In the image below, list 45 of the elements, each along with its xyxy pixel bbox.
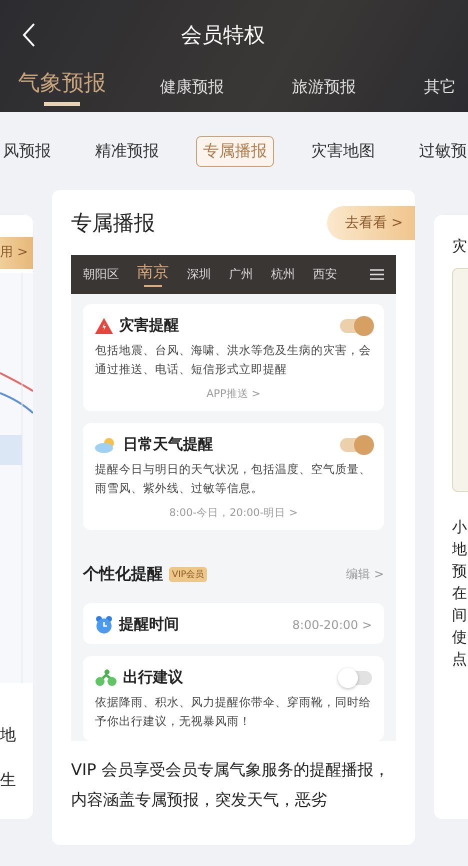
page-title: 会员特权 [181, 22, 265, 49]
section-title: 个性化提醒 [83, 564, 163, 585]
vip-badge: VIP会员 [169, 567, 208, 582]
city-tab[interactable]: 南京 [137, 262, 169, 287]
category-tab[interactable]: 其它 [424, 77, 456, 110]
city-tab[interactable]: 广州 [229, 266, 253, 283]
warning-icon [95, 318, 113, 334]
card-text: 地 [0, 725, 17, 746]
back-icon[interactable] [22, 22, 36, 48]
reminder-title: 日常天气提醒 [123, 435, 213, 454]
card-text: 地 [452, 539, 468, 560]
toggle-switch[interactable] [340, 438, 372, 452]
view-button[interactable]: 去看看 > [326, 206, 415, 240]
city-tab[interactable]: 深圳 [187, 266, 211, 283]
toggle-switch[interactable] [340, 670, 372, 684]
card-description: VIP 会员享受会员专属气象服务的提醒播报，内容涵盖专属预报，突发天气，恶劣 [71, 759, 390, 811]
card-text: 预 [452, 561, 468, 582]
card-text: 点 [452, 649, 468, 670]
reminder-description: 包括地震、台风、海啸、洪水等危及生病的灾害，会通过推送、电话、短信形式立即提醒 [95, 342, 372, 378]
card-text: 使 [452, 627, 468, 648]
feature-tab[interactable]: 灾害地图 [304, 136, 382, 166]
feature-tab[interactable]: 过敏预 [412, 136, 468, 166]
category-tab[interactable]: 旅游预报 [292, 77, 356, 110]
city-tab[interactable]: 杭州 [271, 266, 295, 283]
reminder-title: 出行建议 [123, 668, 183, 687]
reminder-title: 提醒时间 [119, 615, 179, 634]
card-title: 灾 [452, 237, 468, 256]
card-text: 在 [452, 583, 468, 604]
reminder-description: 依据降雨、积水、风力提醒你带伞、穿雨靴，同时给予你出行建议，无视暴风雨！ [95, 694, 372, 730]
reminder-description: 提醒今日与明日的天气状况，包括温度、空气质量、雨雪风、紫外线、过敏等信息。 [95, 461, 372, 497]
feature-tab[interactable]: 精准预报 [88, 136, 166, 166]
card-title: 专属播报 [71, 210, 155, 236]
menu-icon[interactable] [370, 269, 384, 280]
card-text: 小 [452, 517, 468, 538]
alarm-clock-icon [95, 616, 113, 634]
use-button[interactable]: 用 > [0, 237, 33, 269]
city-tab[interactable]: 西安 [313, 266, 337, 283]
reminder-title: 灾害提醒 [119, 316, 179, 335]
category-tab[interactable]: 健康预报 [160, 77, 224, 110]
feature-tab[interactable]: 风预报 [0, 136, 58, 166]
card-text: 生 [0, 770, 17, 791]
cloud-sun-icon [95, 436, 117, 452]
toggle-switch[interactable] [340, 318, 372, 332]
city-tab[interactable]: 朝阳区 [83, 266, 119, 283]
card-text: 间 [452, 605, 468, 626]
